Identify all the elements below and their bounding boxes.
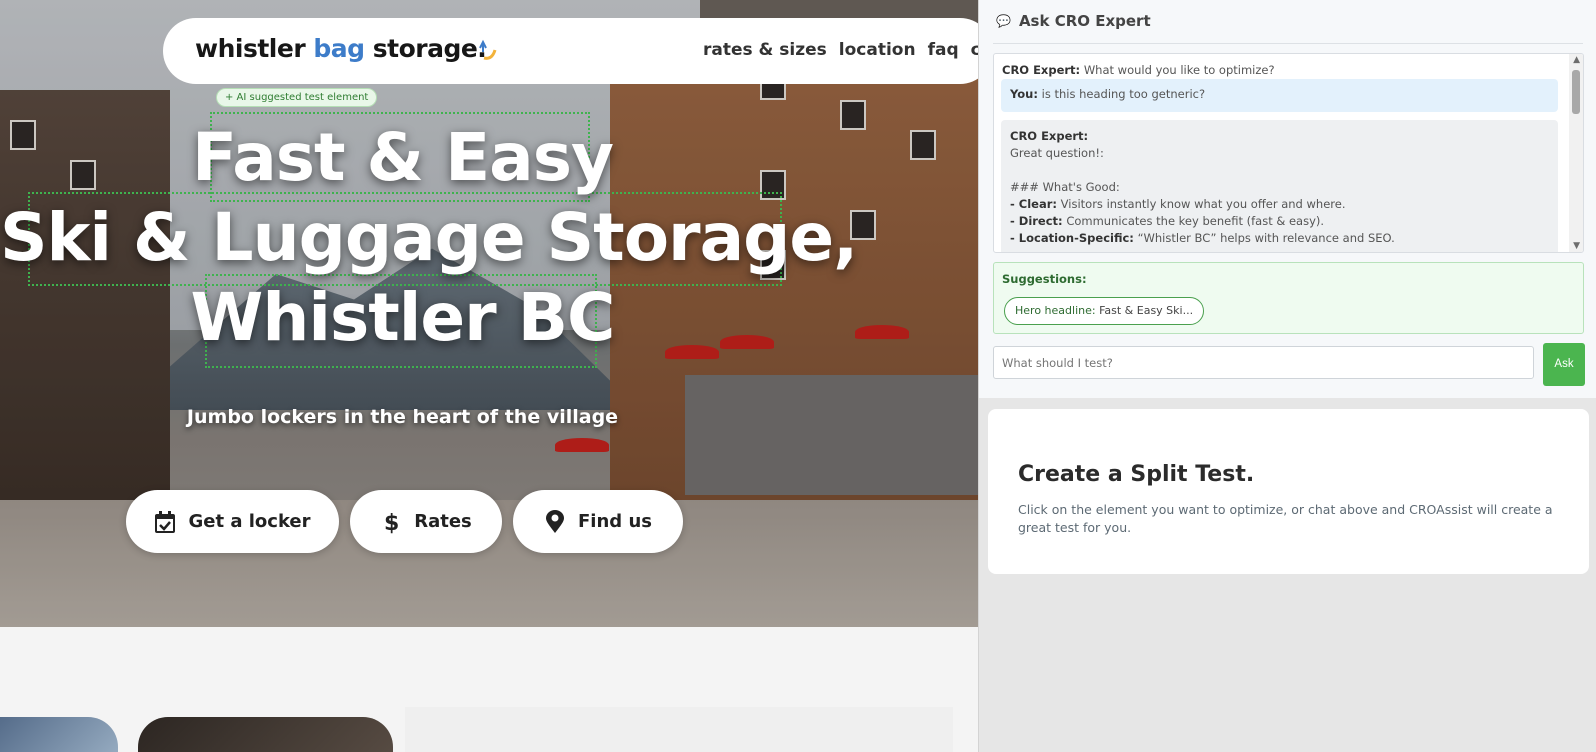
message-speaker: You:: [1010, 87, 1038, 101]
expert-message: CRO Expert: Great question!: ### What's …: [1001, 120, 1558, 252]
nav-location[interactable]: location: [839, 40, 916, 60]
suggestion-chip[interactable]: Hero headline: Fast & Easy Ski...: [1004, 297, 1205, 325]
logo-text-1: whistler: [195, 34, 314, 63]
chat-title-text: Ask CRO Expert: [1018, 12, 1151, 30]
gallery-image: [0, 717, 118, 752]
message-line: - Location-Specific: “Whistler BC” helps…: [1010, 231, 1395, 245]
message-line: Great question!:: [1010, 146, 1104, 160]
message-line: ### What's Good:: [1010, 180, 1120, 194]
headline-line-1: Fast & Easy: [191, 119, 614, 196]
site-logo[interactable]: whistler bag storage.: [195, 34, 487, 63]
message-scrollbar[interactable]: ▲ ▼: [1569, 54, 1583, 252]
chat-title: 💬 Ask CRO Expert: [996, 12, 1151, 30]
rates-label: Rates: [414, 511, 472, 532]
hero-headline[interactable]: Fast & Easy Ski & Luggage Storage, Whist…: [0, 118, 858, 358]
message-line: - Clear: Visitors instantly know what yo…: [1010, 197, 1346, 211]
nav-contact[interactable]: conta: [971, 40, 978, 60]
nav-rates-sizes[interactable]: rates & sizes: [703, 40, 827, 60]
hero-subheadline: Jumbo lockers in the heart of the villag…: [186, 406, 619, 428]
speech-bubble-icon: 💬: [996, 14, 1011, 28]
ai-suggested-badge: + AI suggested test element: [216, 88, 378, 107]
suggestions-box: Suggestions: Hero headline: Fast & Easy …: [993, 262, 1584, 334]
message-text: What would you like to optimize?: [1083, 63, 1275, 77]
nav-faq[interactable]: faq: [928, 40, 959, 60]
map-pin-icon: [546, 509, 565, 533]
calendar-check-icon: [155, 510, 176, 533]
get-locker-label: Get a locker: [188, 511, 311, 532]
split-test-title: Create a Split Test.: [1018, 462, 1255, 487]
divider: [993, 43, 1583, 44]
scroll-thumb[interactable]: [1572, 70, 1580, 114]
headline-line-3: Whistler BC: [190, 279, 616, 356]
hero-section: whistler bag storage. rates & sizes loca…: [0, 0, 978, 627]
content-placeholder: [405, 707, 953, 752]
find-us-button[interactable]: Find us: [513, 490, 683, 553]
logo-arrows-icon: [479, 39, 497, 60]
logo-text-bag: bag: [313, 34, 365, 63]
chip-label: Hero headline:: [1015, 304, 1096, 317]
ask-button[interactable]: Ask: [1543, 343, 1585, 386]
message-speaker: CRO Expert:: [1010, 129, 1089, 143]
message-line: - Direct: Communicates the key benefit (…: [1010, 214, 1325, 228]
gallery-image: [138, 717, 393, 752]
split-test-description: Click on the element you want to optimiz…: [1018, 502, 1553, 535]
svg-text:$: $: [384, 511, 399, 534]
find-us-label: Find us: [578, 511, 652, 532]
get-locker-button[interactable]: Get a locker: [126, 490, 339, 553]
website-preview: whistler bag storage. rates & sizes loca…: [0, 0, 978, 752]
message-text: is this heading too getneric?: [1041, 87, 1206, 101]
headline-line-2: Ski & Luggage Storage,: [0, 199, 858, 276]
suggestions-title: Suggestions:: [1002, 272, 1087, 286]
scroll-down-icon[interactable]: ▼: [1573, 241, 1580, 251]
cro-panel: 💬 Ask CRO Expert CRO Expert: What would …: [978, 0, 1596, 752]
user-message: You: is this heading too getneric?: [1001, 79, 1558, 112]
split-test-card: Create a Split Test. Click on the elemen…: [988, 409, 1589, 574]
cro-chat: 💬 Ask CRO Expert CRO Expert: What would …: [979, 0, 1596, 398]
message-speaker: CRO Expert:: [1002, 63, 1081, 77]
site-navbar: whistler bag storage. rates & sizes loca…: [163, 18, 978, 84]
message-list[interactable]: CRO Expert: What would you like to optim…: [993, 53, 1584, 253]
chip-text: Fast & Easy Ski...: [1099, 304, 1194, 317]
expert-message: CRO Expert: What would you like to optim…: [1002, 62, 1275, 79]
dollar-icon: $: [384, 511, 399, 534]
ask-input[interactable]: [993, 346, 1534, 379]
scroll-up-icon[interactable]: ▲: [1573, 55, 1580, 65]
message-line: [1010, 162, 1549, 179]
rates-button[interactable]: $ Rates: [350, 490, 502, 553]
nav-links: rates & sizes location faq conta: [703, 40, 978, 60]
logo-text-3: storage.: [364, 34, 487, 63]
below-hero-section: [0, 627, 978, 752]
